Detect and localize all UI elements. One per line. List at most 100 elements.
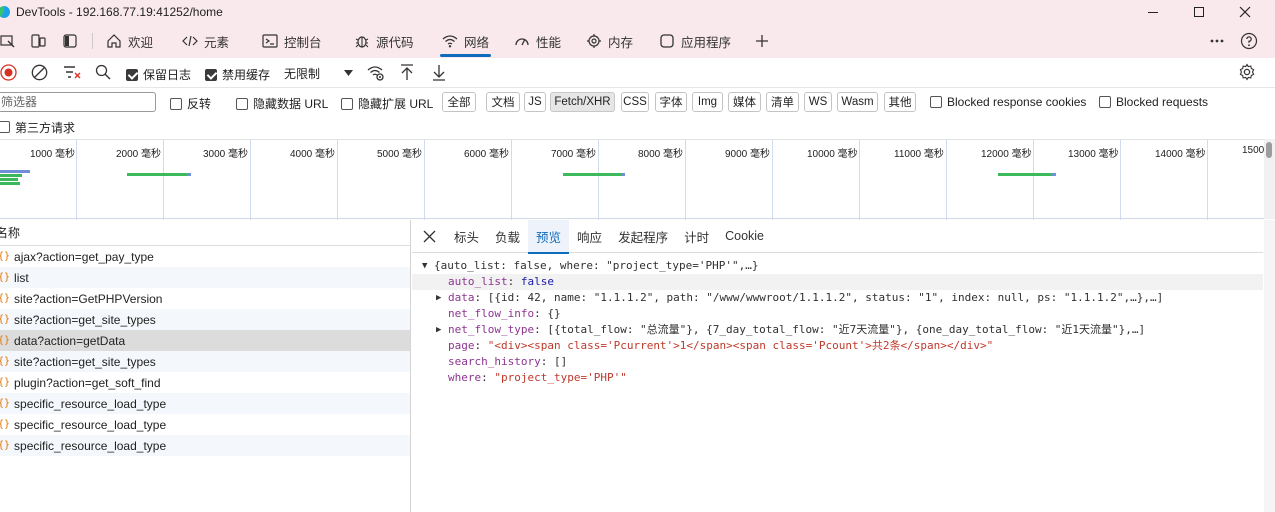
inspect-element-button[interactable] [0, 24, 20, 58]
export-har-button[interactable] [431, 64, 447, 84]
json-property[interactable]: page: "<div><span class='Pcurrent'>1</sp… [412, 338, 1263, 354]
close-icon [1239, 6, 1251, 18]
request-row[interactable]: {}specific_resource_load_type [0, 393, 410, 414]
detail-tab-timing[interactable]: 计时 [676, 220, 717, 253]
scrollbar-thumb[interactable] [1266, 142, 1272, 158]
tab-memory[interactable]: 内存 [578, 24, 641, 58]
more-tools-button[interactable] [755, 24, 771, 58]
maximize-button[interactable] [1176, 0, 1222, 24]
type-filter-doc[interactable]: 文档 [486, 92, 520, 112]
record-icon [0, 64, 17, 81]
help-button[interactable] [1240, 24, 1260, 58]
request-row[interactable]: {}specific_resource_load_type [0, 414, 410, 435]
timeline-scrollbar[interactable] [1264, 139, 1275, 219]
request-name: site?action=get_site_types [14, 354, 156, 369]
detail-scrollbar[interactable] [1264, 220, 1275, 512]
request-list: 名称 {}ajax?action=get_pay_type {}list {}s… [0, 220, 411, 512]
json-property[interactable]: auto_list: false [412, 274, 1263, 290]
type-filter-wasm[interactable]: Wasm [837, 92, 878, 112]
tab-sources[interactable]: 源代码 [346, 24, 422, 58]
tab-welcome[interactable]: 欢迎 [98, 24, 161, 58]
tab-console[interactable]: 控制台 [254, 24, 330, 58]
close-detail-button[interactable] [412, 220, 446, 253]
dock-side-button[interactable] [62, 24, 82, 58]
request-row[interactable]: {}list [0, 267, 410, 288]
hide-data-url-checkbox[interactable]: 隐藏数据 URL [236, 95, 328, 112]
upload-icon [401, 64, 413, 80]
minimize-button[interactable] [1130, 0, 1176, 24]
throttle-select[interactable]: 无限制 [280, 62, 358, 84]
blocked-response-cookies-checkbox[interactable]: Blocked response cookies [930, 95, 1086, 109]
close-window-button[interactable] [1222, 0, 1268, 24]
request-row[interactable]: {}site?action=get_site_types [0, 351, 410, 372]
type-filter-fetch-xhr[interactable]: Fetch/XHR [550, 92, 615, 112]
json-value: [] [553, 355, 568, 368]
type-filter-manifest[interactable]: 清单 [766, 92, 799, 112]
preserve-log-checkbox[interactable]: 保留日志 [126, 66, 191, 83]
json-property[interactable]: search_history: [] [412, 354, 1263, 370]
gear-icon [1239, 63, 1255, 81]
json-key: auto_list [448, 275, 508, 288]
tab-performance[interactable]: 性能 [506, 24, 569, 58]
timeline-tick-label: 12000 毫秒 [981, 149, 1032, 160]
blocked-requests-checkbox[interactable]: Blocked requests [1099, 95, 1208, 109]
tab-network[interactable]: 网络 [434, 24, 497, 58]
network-conditions-button[interactable] [367, 64, 385, 84]
type-filter-js[interactable]: JS [524, 92, 546, 112]
more-horizontal-icon [1210, 39, 1224, 43]
request-row[interactable]: {}specific_resource_load_type [0, 435, 410, 456]
json-value: [{id: 42, name: "1.1.1.2", path: "/www/w… [487, 291, 1164, 304]
type-filter-media[interactable]: 媒体 [728, 92, 761, 112]
type-filter-other[interactable]: 其他 [884, 92, 916, 112]
detail-tab-initiator[interactable]: 发起程序 [610, 220, 676, 253]
customize-menu-button[interactable] [1209, 24, 1225, 58]
import-har-button[interactable] [399, 64, 415, 84]
tab-application[interactable]: 应用程序 [651, 24, 739, 58]
detail-tab-preview[interactable]: 预览 [528, 219, 570, 254]
type-filter-css[interactable]: CSS [621, 92, 649, 112]
json-property-net-flow-type[interactable]: ▶ net_flow_type: [{total_flow: "总流量"}, {… [412, 322, 1263, 338]
timeline-gridline [163, 140, 164, 220]
type-filter-ws[interactable]: WS [804, 92, 832, 112]
timeline-gridline [1207, 140, 1208, 220]
type-filter-all[interactable]: 全部 [442, 92, 476, 112]
search-button[interactable] [95, 64, 111, 83]
json-property[interactable]: net_flow_info: {} [412, 306, 1263, 322]
hide-extension-url-checkbox[interactable]: 隐藏扩展 URL [341, 95, 433, 112]
timeline-tick-label: 4000 毫秒 [290, 149, 336, 160]
json-property-data[interactable]: ▶ data: [{id: 42, name: "1.1.1.2", path:… [412, 290, 1263, 306]
json-property[interactable]: where: "project_type='PHP'" [412, 370, 1263, 386]
network-settings-button[interactable] [1238, 63, 1256, 84]
filter-input[interactable] [0, 92, 156, 112]
name-column-header[interactable]: 名称 [0, 220, 410, 246]
clear-button[interactable] [31, 64, 48, 84]
column-header-label: 名称 [0, 226, 21, 240]
third-party-checkbox[interactable]: 第三方请求 [0, 119, 75, 136]
detail-tab-response[interactable]: 响应 [569, 220, 610, 253]
timeline-gridline [772, 140, 773, 220]
disable-cache-checkbox[interactable]: 禁用缓存 [205, 66, 270, 83]
detail-tab-cookies[interactable]: Cookie [717, 220, 772, 253]
request-row-selected[interactable]: {}data?action=getData [0, 330, 410, 351]
invert-checkbox[interactable]: 反转 [170, 95, 211, 112]
timeline-tick-label: 5000 毫秒 [377, 149, 423, 160]
xhr-icon: {} [0, 314, 11, 325]
detail-tab-headers[interactable]: 标头 [446, 220, 487, 253]
json-root-node[interactable]: ▼ {auto_list: false, where: "project_typ… [412, 258, 1263, 274]
record-button[interactable] [0, 64, 17, 84]
tab-elements[interactable]: 元素 [174, 24, 237, 58]
plus-icon [756, 35, 768, 47]
type-filter-font[interactable]: 字体 [655, 92, 687, 112]
timeline-overview[interactable]: 1000 毫秒 2000 毫秒 3000 毫秒 4000 毫秒 5000 毫秒 … [0, 139, 1264, 220]
detail-tab-payload[interactable]: 负载 [487, 220, 528, 253]
request-row[interactable]: {}ajax?action=get_pay_type [0, 246, 410, 267]
device-emulation-button[interactable] [30, 24, 50, 58]
timeline-tick-label: 8000 毫秒 [638, 149, 684, 160]
request-row[interactable]: {}site?action=GetPHPVersion [0, 288, 410, 309]
filter-toggle-button[interactable] [63, 64, 81, 84]
timeline-gridline [1033, 140, 1034, 220]
request-row[interactable]: {}site?action=get_site_types [0, 309, 410, 330]
type-filter-img[interactable]: Img [692, 92, 723, 112]
request-row[interactable]: {}plugin?action=get_soft_find [0, 372, 410, 393]
console-icon [262, 34, 278, 48]
